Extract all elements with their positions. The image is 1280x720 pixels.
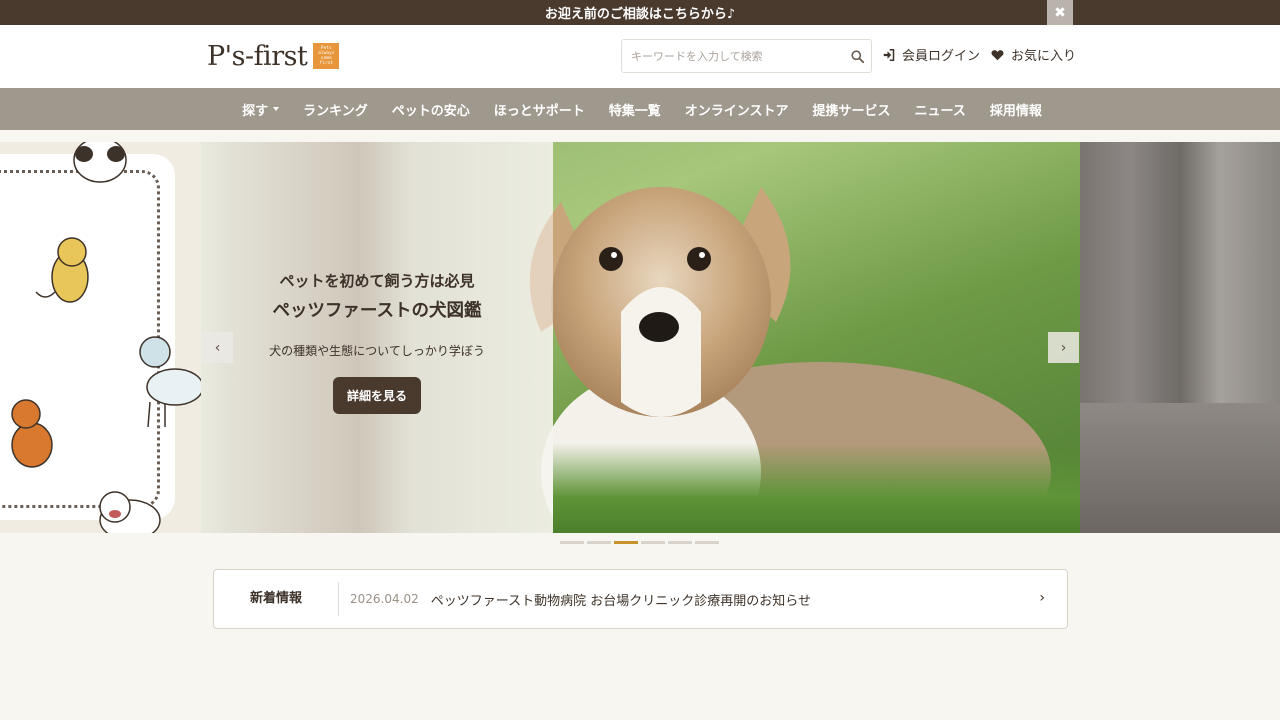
carousel-slide-prev[interactable]: [0, 142, 201, 533]
nav-label: ペットの安心: [391, 103, 470, 119]
nav-item-pet-safety[interactable]: ペットの安心: [380, 100, 482, 119]
logo-mark-icon: Pets always come first: [313, 43, 340, 69]
carousel-dot-6[interactable]: [695, 541, 719, 544]
logo-text: P's-first: [207, 40, 308, 72]
slide-floor: [1080, 403, 1280, 533]
carousel-dot-4[interactable]: [641, 541, 665, 544]
carousel-dot-5[interactable]: [668, 541, 692, 544]
site-header: P's-first Petsalwayscomefirst 会員ログイン お気に…: [0, 25, 1280, 88]
news-bar[interactable]: 新着情報 2026.04.02 ペッツファースト動物病院 お台場クリニック診療再…: [213, 569, 1068, 629]
login-label: 会員ログイン: [902, 49, 981, 64]
search-input[interactable]: [622, 40, 843, 72]
hero-carousel[interactable]: ペットを初めて飼う方は必見 ペッツファーストの犬図鑑 犬の種類や生態についてしっ…: [0, 142, 1280, 533]
favorites-link[interactable]: お気に入り: [991, 45, 1076, 64]
nav-item-features[interactable]: 特集一覧: [597, 100, 673, 119]
carousel-dot-1[interactable]: [560, 541, 584, 544]
details-button[interactable]: 詳細を見る: [332, 377, 421, 414]
site-logo[interactable]: P's-first Pets always come first: [207, 39, 340, 73]
news-date: 2026.04.02: [350, 592, 419, 606]
login-link[interactable]: 会員ログイン: [883, 45, 980, 64]
hero-title: ペッツファーストの犬図鑑: [272, 301, 482, 321]
nav-item-careers[interactable]: 採用情報: [978, 100, 1054, 119]
carousel-slide-next[interactable]: [1080, 142, 1280, 533]
nav-item-online-store[interactable]: オンラインストア: [673, 100, 801, 119]
nav-label: ニュース: [914, 103, 966, 119]
nav-label: 提携サービス: [812, 103, 891, 119]
main-nav: 探す ランキング ペットの安心 ほっとサポート 特集一覧 オンラインストア 提携…: [0, 88, 1280, 130]
login-icon: [883, 48, 895, 61]
carousel-pagination: [560, 541, 719, 544]
carousel-next-button[interactable]: ›: [1048, 332, 1079, 363]
caret-down-icon: [273, 107, 280, 111]
chevron-right-icon[interactable]: ›: [1039, 590, 1045, 606]
nav-label: ランキング: [303, 103, 368, 119]
nav-item-search[interactable]: 探す: [230, 100, 291, 119]
grass-foreground: [553, 443, 1080, 533]
nav-label: オンラインストア: [684, 103, 789, 119]
nav-label: 探す: [242, 103, 269, 119]
nav-label: ほっとサポート: [493, 103, 585, 119]
nav-item-support[interactable]: ほっとサポート: [482, 100, 597, 119]
nav-item-news[interactable]: ニュース: [903, 100, 978, 119]
search-icon[interactable]: [843, 40, 871, 72]
heart-icon: [991, 49, 1004, 60]
announcement-bar[interactable]: お迎え前のご相談はこちらから♪ ✖: [0, 0, 1280, 25]
announcement-text[interactable]: お迎え前のご相談はこちらから♪: [545, 3, 735, 22]
carousel-prev-button[interactable]: ‹: [202, 332, 233, 363]
search-box: [621, 39, 872, 73]
carousel-dot-3[interactable]: [614, 541, 638, 544]
favorites-label: お気に入り: [1011, 49, 1077, 64]
dog-illustration-icon: [11, 142, 201, 533]
hero-description: 犬の種類や生態についてしっかり学ぼう: [269, 344, 485, 358]
close-icon[interactable]: ✖: [1047, 0, 1073, 25]
hero-text-block: ペットを初めて飼う方は必見 ペッツファーストの犬図鑑 犬の種類や生態についてしっ…: [201, 270, 553, 414]
news-label: 新着情報: [214, 582, 339, 616]
carousel-dot-2[interactable]: [587, 541, 611, 544]
nav-item-ranking[interactable]: ランキング: [291, 100, 380, 119]
hero-subtitle: ペットを初めて飼う方は必見: [279, 272, 475, 290]
news-headline[interactable]: ペッツファースト動物病院 お台場クリニック診療再開のお知らせ: [431, 590, 811, 609]
nav-label: 採用情報: [989, 103, 1042, 119]
nav-label: 特集一覧: [608, 103, 661, 119]
nav-item-partner-services[interactable]: 提携サービス: [801, 100, 903, 119]
carousel-slide-active[interactable]: ペットを初めて飼う方は必見 ペッツファーストの犬図鑑 犬の種類や生態についてしっ…: [201, 142, 1080, 533]
